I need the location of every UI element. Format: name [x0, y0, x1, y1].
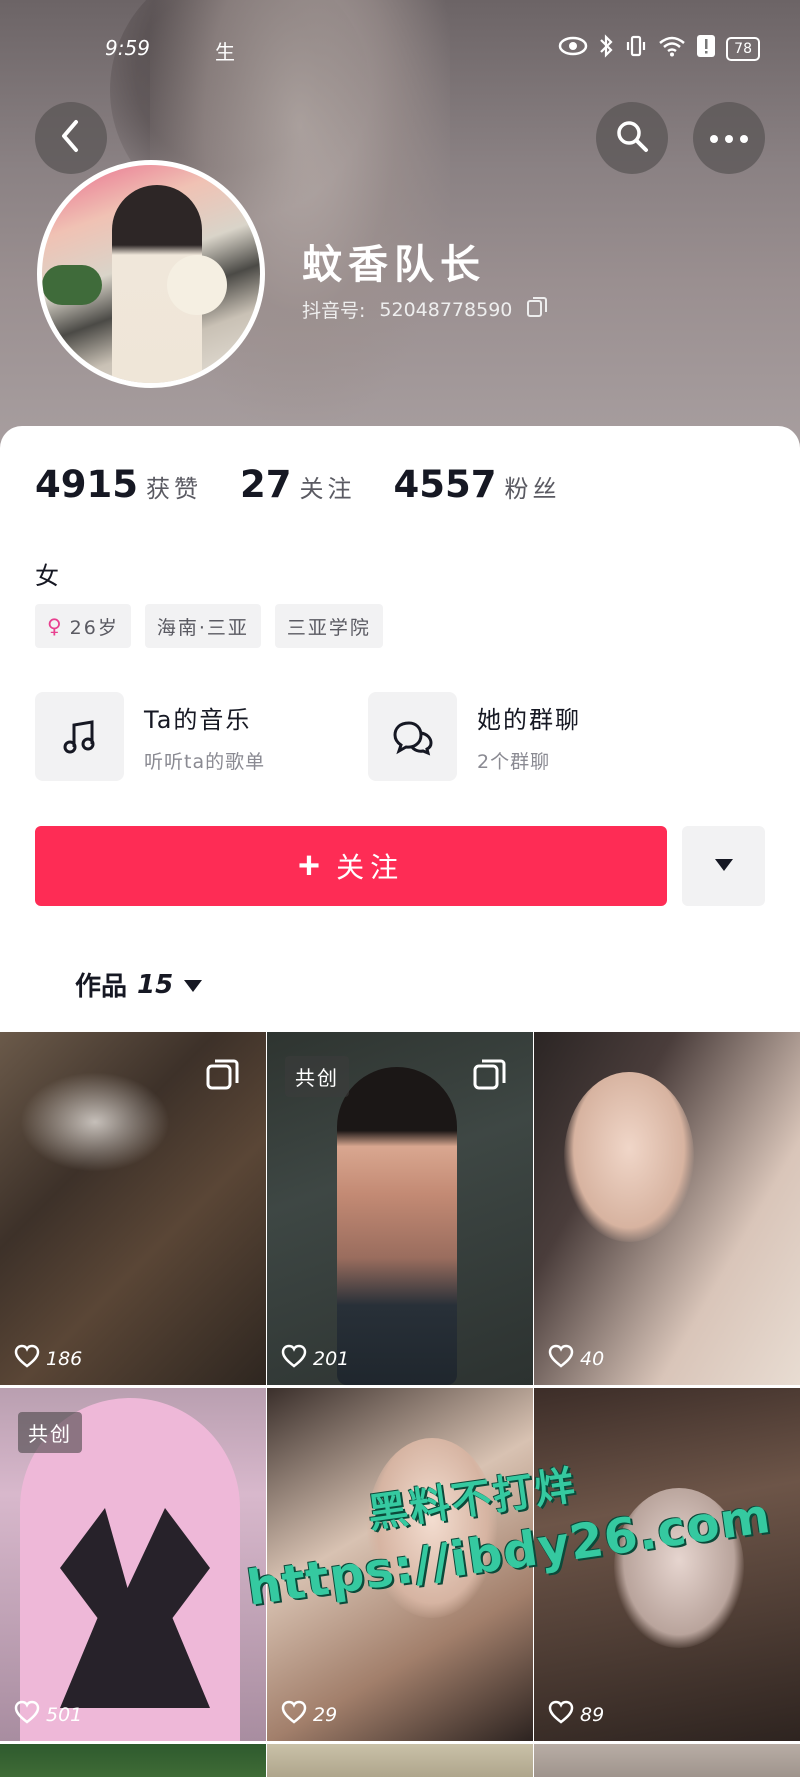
heart-icon: [14, 1700, 40, 1729]
like-count: 186: [14, 1344, 82, 1373]
avatar[interactable]: [37, 160, 265, 388]
heart-icon: [281, 1700, 307, 1729]
tag-label: 海南·三亚: [156, 616, 249, 639]
video-tile[interactable]: 共创 501: [0, 1388, 266, 1741]
caret-down-icon: [714, 858, 734, 875]
alert-icon: [696, 34, 716, 63]
stat-likes[interactable]: 4915 获赞: [35, 463, 202, 506]
stats-row: 4915 获赞 27 关注 4557 粉丝: [35, 463, 560, 506]
follow-button[interactable]: + 关注: [35, 826, 667, 906]
heart-icon: [281, 1344, 307, 1373]
multi-image-icon: [473, 1058, 507, 1096]
battery-indicator: 78: [726, 36, 760, 61]
like-count: 29: [281, 1700, 337, 1729]
chat-bubbles-icon: [368, 692, 457, 781]
heart-icon: [548, 1344, 574, 1373]
feature-subtitle: 听听ta的歌单: [144, 750, 266, 773]
douyin-id: 抖音号: 52048778590: [302, 296, 548, 323]
video-tile[interactable]: 共创 201: [267, 1032, 533, 1385]
stat-followers[interactable]: 4557 粉丝: [393, 463, 560, 506]
tag-label: 三亚学院: [286, 616, 371, 639]
like-number: 186: [46, 1347, 83, 1370]
status-time: 9:59: [105, 36, 150, 60]
douyin-id-label: 抖音号:: [302, 300, 366, 322]
profile-banner: 9:59 生 78 蚊香队长 抖音号: 52048778590: [0, 0, 800, 470]
works-label: 作品: [75, 972, 128, 1002]
co-create-badge: 共创: [18, 1412, 82, 1453]
like-number: 89: [580, 1703, 605, 1726]
chevron-left-icon: [56, 118, 86, 158]
bluetooth-icon: [598, 34, 614, 63]
vibrate-icon: [624, 34, 648, 63]
stat-number: 27: [239, 463, 292, 506]
video-tile[interactable]: [534, 1744, 800, 1777]
eye-icon: [558, 36, 588, 61]
like-count: 501: [14, 1700, 82, 1729]
back-button[interactable]: [35, 102, 107, 174]
video-grid: 186 共创 201 40 共创 501 29 89: [0, 1032, 800, 1777]
feature-title: Ta的音乐: [144, 705, 252, 734]
stat-label: 粉丝: [504, 475, 561, 503]
status-bar: 9:59 生 78: [0, 30, 800, 70]
tag-school: 三亚学院: [274, 604, 383, 648]
tag-age: ♀ 26岁: [35, 604, 131, 648]
search-button[interactable]: [596, 102, 668, 174]
tag-label: 26岁: [69, 616, 119, 639]
heart-icon: [548, 1700, 574, 1729]
feature-music[interactable]: Ta的音乐 听听ta的歌单: [35, 692, 368, 781]
feature-subtitle: 2个群聊: [477, 750, 551, 773]
stat-label: 关注: [299, 475, 356, 503]
more-dots-icon: [709, 129, 749, 148]
works-count: 15: [137, 969, 174, 1000]
wifi-icon: [658, 35, 686, 62]
tab-works[interactable]: 作品 15: [75, 966, 203, 1003]
video-tile[interactable]: [0, 1744, 266, 1777]
like-number: 501: [46, 1703, 83, 1726]
nickname: 蚊香队长: [302, 242, 486, 288]
video-tile[interactable]: [267, 1744, 533, 1777]
caret-down-icon: [183, 970, 203, 1000]
like-count: 40: [548, 1344, 604, 1373]
bio-text: 女: [35, 562, 59, 590]
like-count: 89: [548, 1700, 604, 1729]
like-number: 40: [580, 1347, 605, 1370]
video-tile[interactable]: 40: [534, 1032, 800, 1385]
copy-icon[interactable]: [526, 296, 548, 323]
douyin-id-value: 52048778590: [379, 298, 513, 321]
music-note-icon: [35, 692, 124, 781]
video-tile[interactable]: 186: [0, 1032, 266, 1385]
more-button[interactable]: [693, 102, 765, 174]
like-number: 201: [313, 1347, 350, 1370]
recommend-dropdown-button[interactable]: [682, 826, 765, 906]
feature-entries: Ta的音乐 听听ta的歌单 她的群聊 2个群聊: [35, 692, 765, 781]
female-icon: ♀: [47, 614, 64, 638]
co-create-badge: 共创: [285, 1056, 349, 1097]
stat-number: 4915: [35, 463, 138, 506]
like-number: 29: [313, 1703, 338, 1726]
stat-label: 获赞: [145, 475, 202, 503]
feature-title: 她的群聊: [477, 705, 581, 734]
plus-icon: +: [297, 844, 327, 887]
feature-group-chat[interactable]: 她的群聊 2个群聊: [368, 692, 701, 781]
stat-following[interactable]: 27 关注: [240, 463, 356, 506]
tag-location: 海南·三亚: [144, 604, 261, 648]
heart-icon: [14, 1344, 40, 1373]
status-icons: 78: [558, 34, 760, 63]
like-count: 201: [281, 1344, 349, 1373]
tag-list: ♀ 26岁 海南·三亚 三亚学院: [35, 604, 383, 648]
multi-image-icon: [206, 1058, 240, 1096]
follow-label: 关注: [336, 852, 405, 883]
status-carrier: 生: [215, 40, 235, 64]
search-icon: [614, 118, 650, 158]
stat-number: 4557: [393, 463, 497, 506]
